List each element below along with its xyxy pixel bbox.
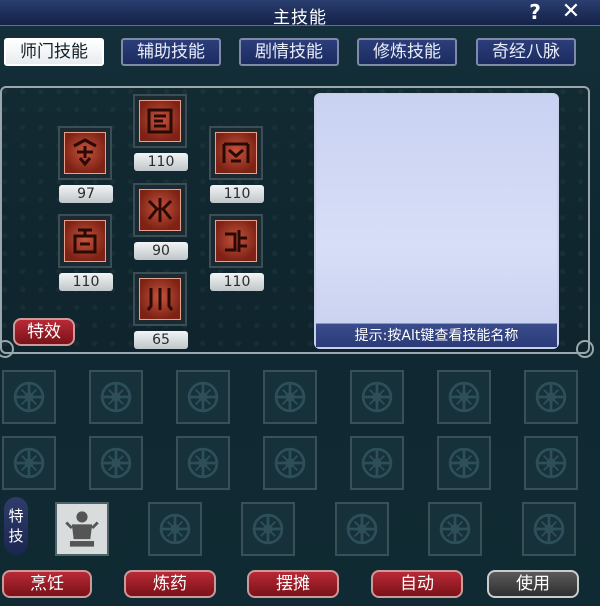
- special-skill-slot[interactable]: [241, 502, 295, 556]
- sect-skill-rune-5-icon: [139, 189, 181, 231]
- tab-sect-skills[interactable]: 师门技能: [4, 38, 104, 66]
- skill-icon-4[interactable]: [58, 214, 112, 268]
- special-skill-slot[interactable]: [335, 502, 389, 556]
- sect-skill-rune-6-icon: [215, 220, 257, 262]
- slot-emblem-icon: [265, 381, 315, 426]
- sect-skill-rune-3-icon: [215, 132, 257, 174]
- skill-icon-1[interactable]: [58, 126, 112, 180]
- inventory-slot[interactable]: [437, 370, 491, 424]
- skill-icon-3[interactable]: [209, 126, 263, 180]
- slot-emblem-icon: [265, 447, 315, 492]
- window-title: 主技能: [273, 8, 327, 28]
- skill-level-5: 90: [134, 242, 188, 260]
- slot-emblem-icon: [91, 447, 141, 492]
- special-skill-slot-filled[interactable]: [55, 502, 109, 556]
- skill-icon-6[interactable]: [209, 214, 263, 268]
- inventory-slot[interactable]: [263, 436, 317, 490]
- slot-emblem-icon: [4, 381, 54, 426]
- skill-tabs: 师门技能 辅助技能 剧情技能 修炼技能 奇经八脉: [0, 38, 600, 68]
- tab-cultivation-skills[interactable]: 修炼技能: [357, 38, 457, 66]
- alt-hint-text: 提示:按Alt键查看技能名称: [316, 323, 557, 347]
- slot-emblem-icon: [352, 447, 402, 492]
- inventory-slot[interactable]: [89, 436, 143, 490]
- slot-emblem-icon: [526, 381, 576, 426]
- use-button[interactable]: 使用: [487, 570, 579, 598]
- special-skill-label: 特技: [4, 497, 28, 555]
- special-skill-slot[interactable]: [428, 502, 482, 556]
- tab-support-skills[interactable]: 辅助技能: [121, 38, 221, 66]
- sect-skill-rune-7-icon: [139, 278, 181, 320]
- slot-emblem-icon: [178, 447, 228, 492]
- inventory-slot[interactable]: [176, 436, 230, 490]
- inventory-slot[interactable]: [524, 436, 578, 490]
- skill-level-3: 110: [210, 185, 264, 203]
- inventory-slot[interactable]: [2, 370, 56, 424]
- skill-level-1: 97: [59, 185, 113, 203]
- effects-button[interactable]: 特效: [13, 318, 75, 346]
- skill-window: 主技能 ? ✕ 师门技能 辅助技能 剧情技能 修炼技能 奇经八脉 97 110 …: [0, 0, 600, 606]
- inventory-slot[interactable]: [263, 370, 317, 424]
- skill-level-4: 110: [59, 273, 113, 291]
- sect-skill-rune-1-icon: [64, 132, 106, 174]
- slot-emblem-icon: [352, 381, 402, 426]
- inventory-slot[interactable]: [524, 370, 578, 424]
- special-skill-slot[interactable]: [522, 502, 576, 556]
- special-skill-slot[interactable]: [148, 502, 202, 556]
- tab-story-skills[interactable]: 剧情技能: [239, 38, 339, 66]
- slot-emblem-icon: [91, 381, 141, 426]
- skill-icon-7[interactable]: [133, 272, 187, 326]
- alchemy-button[interactable]: 炼药: [124, 570, 216, 598]
- skill-level-2: 110: [134, 153, 188, 171]
- tab-meridians[interactable]: 奇经八脉: [476, 38, 576, 66]
- slot-emblem-icon: [439, 381, 489, 426]
- skill-level-6: 110: [210, 273, 264, 291]
- slot-emblem-icon: [4, 447, 54, 492]
- cook-button[interactable]: 烹饪: [2, 570, 92, 598]
- skill-icon-5[interactable]: [133, 183, 187, 237]
- inventory-slot[interactable]: [350, 436, 404, 490]
- inventory-slot[interactable]: [176, 370, 230, 424]
- statue-figure-icon: [57, 504, 107, 558]
- slot-emblem-icon: [439, 447, 489, 492]
- inventory-slot[interactable]: [350, 370, 404, 424]
- slot-emblem-icon: [524, 513, 574, 558]
- slot-emblem-icon: [526, 447, 576, 492]
- slot-emblem-icon: [243, 513, 293, 558]
- slot-emblem-icon: [178, 381, 228, 426]
- slot-emblem-icon: [150, 513, 200, 558]
- help-button[interactable]: ?: [524, 1, 546, 23]
- skill-info-box: 提示:按Alt键查看技能名称: [314, 93, 559, 349]
- sect-skill-rune-4-icon: [64, 220, 106, 262]
- skill-icon-2[interactable]: [133, 94, 187, 148]
- close-button[interactable]: ✕: [560, 1, 582, 23]
- inventory-slot[interactable]: [89, 370, 143, 424]
- title-bar[interactable]: 主技能 ? ✕: [0, 0, 600, 28]
- inventory-slot[interactable]: [2, 436, 56, 490]
- stall-button[interactable]: 摆摊: [247, 570, 339, 598]
- sect-skill-rune-2-icon: [139, 100, 181, 142]
- inventory-slot[interactable]: [437, 436, 491, 490]
- slot-emblem-icon: [430, 513, 480, 558]
- slot-emblem-icon: [337, 513, 387, 558]
- auto-button[interactable]: 自动: [371, 570, 463, 598]
- skill-level-7: 65: [134, 331, 188, 349]
